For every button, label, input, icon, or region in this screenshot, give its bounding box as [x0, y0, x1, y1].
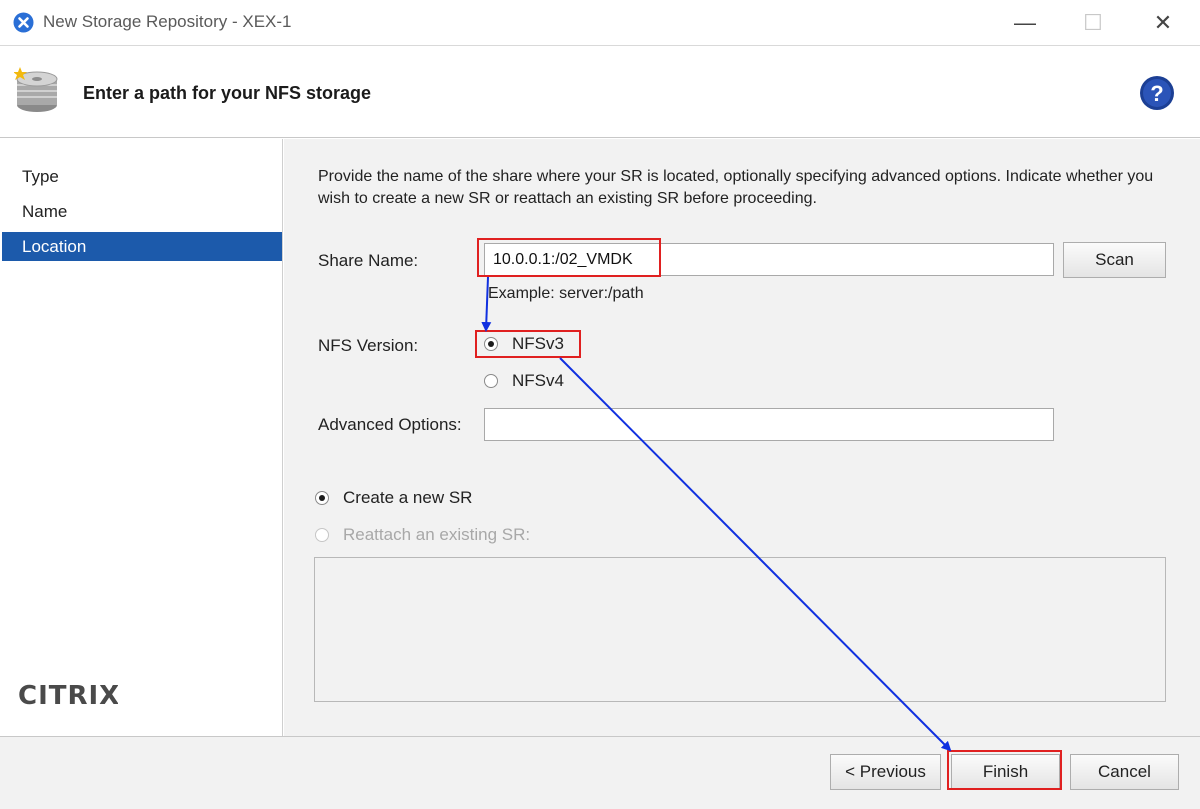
page-title: Enter a path for your NFS storage	[83, 83, 372, 103]
title-bar: New Storage Repository - XEX-1 — ☐ ✕	[0, 0, 1200, 46]
nfs-version-label: NFS Version:	[318, 336, 419, 355]
wizard-header: Enter a path for your NFS storage ?	[0, 47, 1200, 138]
minimize-button[interactable]: —	[1005, 8, 1045, 38]
citrix-logo: CITRIX	[18, 681, 118, 711]
previous-button[interactable]: < Previous	[830, 754, 941, 790]
existing-sr-list[interactable]	[314, 557, 1166, 702]
svg-text:?: ?	[1150, 81, 1163, 106]
advanced-options-label: Advanced Options:	[318, 415, 462, 434]
maximize-button[interactable]: ☐	[1073, 8, 1113, 38]
nfsv4-radio[interactable]: NFSv4	[484, 371, 564, 391]
sidebar-item-type[interactable]: Type	[2, 162, 282, 191]
advanced-options-input[interactable]	[484, 408, 1054, 441]
scan-button[interactable]: Scan	[1063, 242, 1166, 278]
cancel-button[interactable]: Cancel	[1070, 754, 1179, 790]
radio-button-icon	[315, 528, 329, 542]
create-new-sr-label: Create a new SR	[343, 488, 473, 507]
reattach-sr-label: Reattach an existing SR:	[343, 525, 531, 544]
instructions-text: Provide the name of the share where your…	[318, 168, 1154, 207]
reattach-sr-radio[interactable]: Reattach an existing SR:	[315, 525, 530, 545]
svg-text:CITRIX: CITRIX	[18, 681, 118, 711]
xencenter-app-icon	[13, 12, 34, 33]
share-name-label: Share Name:	[318, 251, 419, 270]
nfsv4-radio-label: NFSv4	[512, 371, 564, 390]
help-icon[interactable]: ?	[1139, 75, 1175, 111]
storage-disk-icon	[14, 67, 58, 112]
window-title: New Storage Repository - XEX-1	[43, 12, 292, 31]
share-name-highlight	[477, 238, 661, 277]
wizard-content-panel: Provide the name of the share where your…	[284, 139, 1200, 736]
create-new-sr-radio[interactable]: Create a new SR	[315, 488, 472, 508]
radio-button-icon	[315, 491, 329, 505]
nfsv3-highlight	[475, 330, 581, 358]
close-button[interactable]: ✕	[1143, 8, 1183, 38]
sidebar-item-name[interactable]: Name	[2, 197, 282, 226]
sidebar-item-location[interactable]: Location	[2, 232, 282, 261]
finish-highlight	[947, 750, 1062, 790]
wizard-steps-sidebar: Type Name Location CITRIX	[0, 139, 283, 736]
share-name-example: Example: server:/path	[488, 285, 644, 302]
radio-button-icon	[484, 374, 498, 388]
